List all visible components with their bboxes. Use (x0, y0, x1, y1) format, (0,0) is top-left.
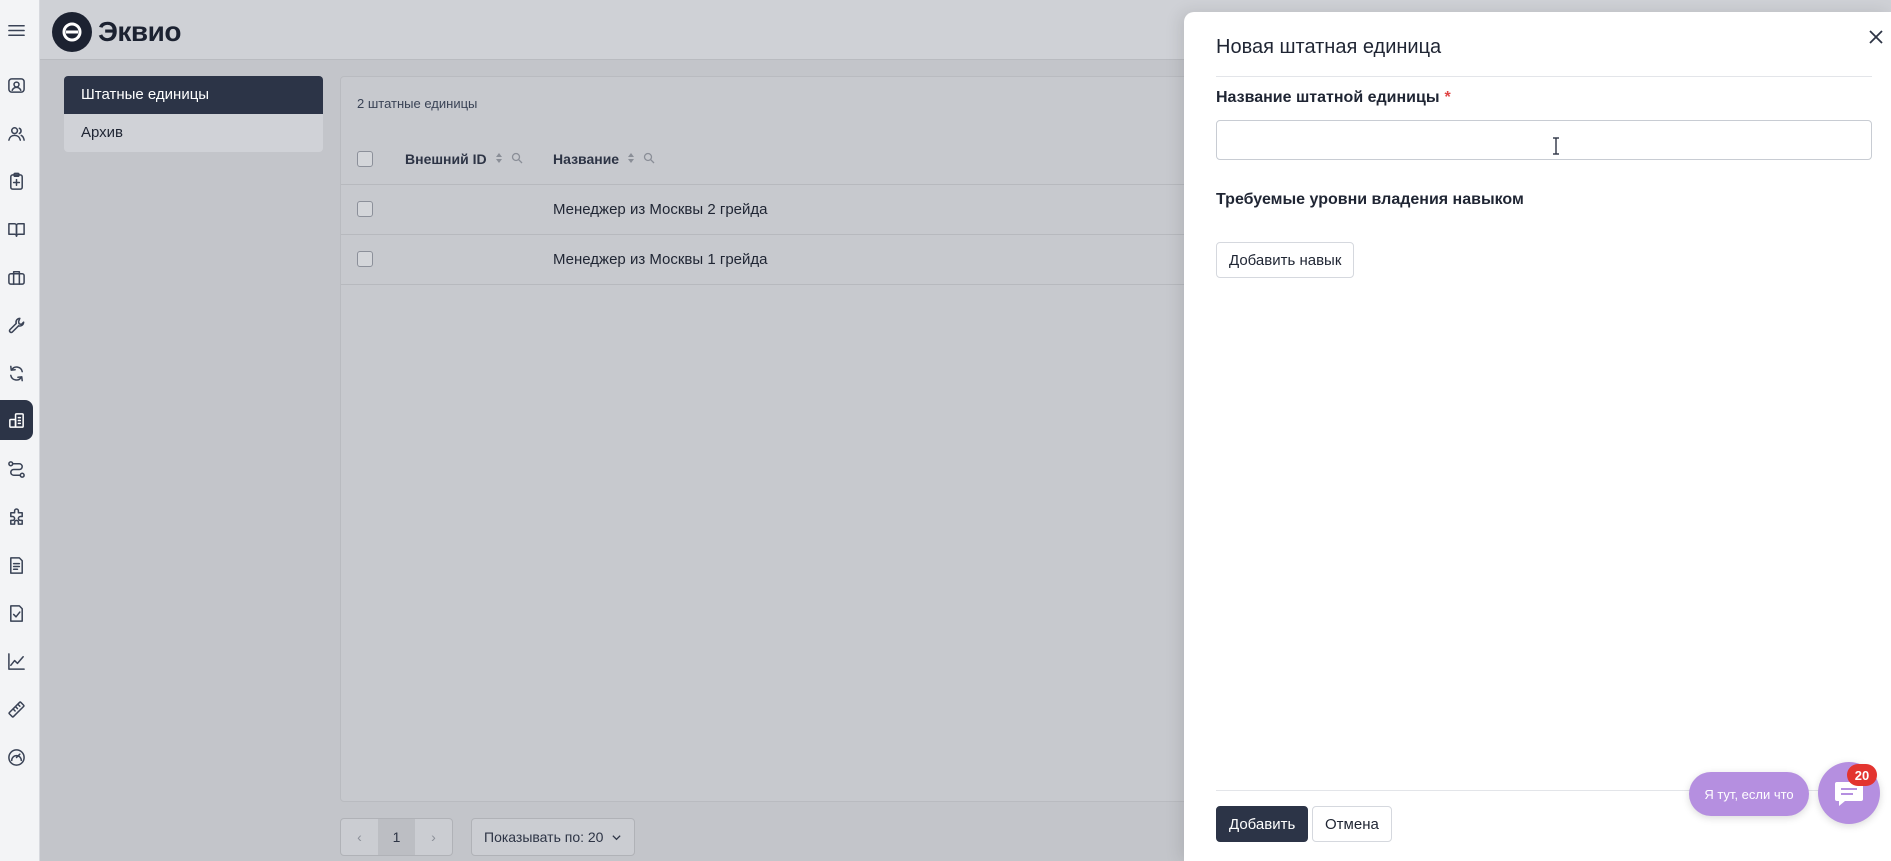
page-switcher: ‹ 1 › (340, 818, 453, 856)
wrench-icon[interactable] (0, 305, 33, 345)
briefcase-icon[interactable] (0, 257, 33, 297)
text-cursor-icon (1553, 137, 1559, 155)
icon-sidebar (0, 0, 40, 861)
items-count: 2 штатные единицы (357, 96, 478, 111)
logo-mark-icon (52, 12, 92, 52)
submit-button[interactable]: Добавить (1216, 806, 1309, 842)
gauge-icon[interactable] (0, 737, 33, 777)
chart-line-icon[interactable] (0, 641, 33, 681)
cancel-button[interactable]: Отмена (1312, 806, 1392, 842)
per-page-label: Показывать по: 20 (484, 829, 604, 845)
sort-icon[interactable] (625, 151, 637, 167)
chat-unread-badge: 20 (1847, 764, 1877, 786)
building-icon[interactable] (0, 400, 33, 440)
users-icon[interactable] (0, 113, 33, 153)
profile-card-icon[interactable] (0, 65, 33, 105)
clipboard-add-icon[interactable] (0, 161, 33, 201)
column-external-id-label: Внешний ID (405, 151, 487, 167)
chevron-down-icon (612, 834, 622, 840)
new-position-drawer: Новая штатная единица Название штатной е… (1184, 12, 1891, 861)
search-icon[interactable] (643, 151, 655, 167)
chat-hint[interactable]: Я тут, если что (1689, 772, 1809, 816)
document-list-icon[interactable] (0, 545, 33, 585)
book-icon[interactable] (0, 209, 33, 249)
prev-page-button[interactable]: ‹ (341, 819, 378, 855)
drawer-divider (1216, 76, 1872, 77)
row-name: Менеджер из Москвы 1 грейда (553, 251, 768, 268)
next-page-button[interactable]: › (415, 819, 452, 855)
per-page-select[interactable]: Показывать по: 20 (471, 818, 636, 856)
drawer-title: Новая штатная единица (1216, 36, 1442, 58)
add-skill-button[interactable]: Добавить навык (1216, 242, 1355, 278)
page-button-current[interactable]: 1 (378, 819, 415, 855)
row-checkbox[interactable] (357, 201, 373, 217)
position-name-label: Название штатной единицы * (1216, 89, 1451, 107)
section-nav: Штатные единицы Архив (64, 76, 323, 152)
column-name-label: Название (553, 151, 620, 167)
subnav-item-archive[interactable]: Архив (64, 114, 323, 152)
route-icon[interactable] (0, 449, 33, 489)
position-name-label-text: Название штатной единицы (1216, 89, 1440, 106)
subnav-item-positions[interactable]: Штатные единицы (64, 76, 323, 114)
sort-icon[interactable] (493, 151, 505, 167)
position-name-input[interactable] (1216, 120, 1872, 160)
document-check-icon[interactable] (0, 593, 33, 633)
pagination: ‹ 1 › Показывать по: 20 (340, 818, 636, 856)
ruler-icon[interactable] (0, 689, 33, 729)
column-external-id[interactable]: Внешний ID (405, 151, 523, 167)
refresh-icon[interactable] (0, 353, 33, 393)
skills-section-title: Требуемые уровни владения навыком (1216, 191, 1524, 208)
menu-icon[interactable] (0, 10, 33, 50)
logo-text: Эквио (98, 16, 181, 47)
app-logo[interactable]: Эквио (52, 12, 181, 52)
close-button[interactable] (1863, 24, 1889, 50)
required-mark: * (1444, 89, 1451, 106)
column-name[interactable]: Название (553, 151, 655, 167)
close-icon (1869, 30, 1883, 44)
row-name: Менеджер из Москвы 2 грейда (553, 201, 768, 218)
puzzle-icon[interactable] (0, 497, 33, 537)
search-icon[interactable] (511, 151, 523, 167)
row-checkbox[interactable] (357, 251, 373, 267)
select-all-checkbox[interactable] (357, 151, 373, 167)
